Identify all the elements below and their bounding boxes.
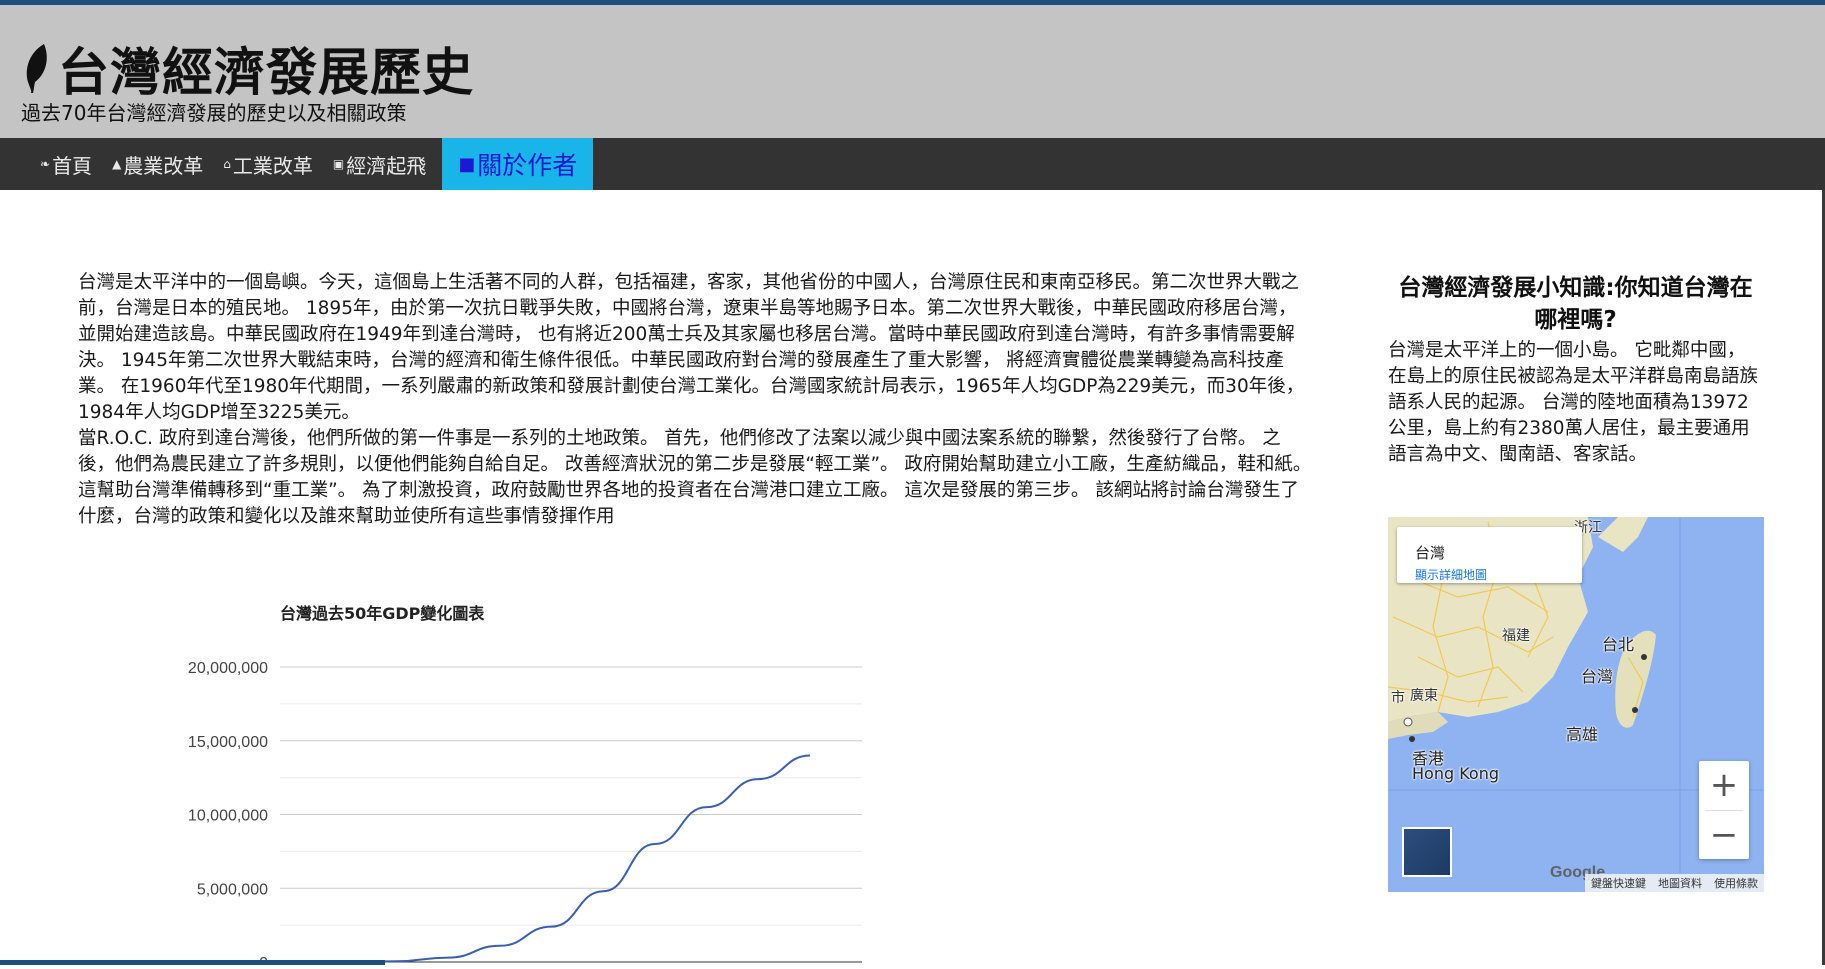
chart-title: 台灣過去50年GDP變化圖表	[280, 600, 484, 624]
view-larger-map-link[interactable]: 顯示詳細地圖	[1415, 566, 1487, 583]
keyboard-shortcuts-link[interactable]: 鍵盤快速鍵	[1585, 875, 1652, 891]
y-tick-label: 15,000,000	[188, 734, 268, 751]
nav-item-home[interactable]: ❧ 首頁	[30, 138, 102, 190]
home-icon: ⌂	[223, 157, 231, 171]
sidebar-heading: 台灣經濟發展小知識:你知道台灣在哪裡嗎?	[1388, 272, 1763, 336]
y-tick-label: 20,000,000	[188, 660, 268, 677]
paw-icon: ■	[458, 154, 475, 175]
zoom-out-button[interactable]: −	[1699, 811, 1749, 859]
y-tick-label: 10,000,000	[188, 808, 268, 825]
embedded-map[interactable]: 浙江 福建 台北 台灣 廣東 市 高雄 香港 Hong Kong 台灣 顯示詳細…	[1388, 517, 1764, 892]
site-title: 台灣經濟發展歷史	[22, 31, 474, 105]
map-footer: 鍵盤快速鍵 地圖資料 使用條款	[1585, 874, 1764, 892]
map-label-fujian: 福建	[1502, 625, 1530, 645]
satellite-toggle-button[interactable]	[1402, 827, 1452, 877]
intro-paragraph: 當R.O.C. 政府到達台灣後，他們所做的第一件事是一系列的土地政策。 首先，他…	[78, 426, 1313, 530]
map-label-kaohsiung: 高雄	[1566, 721, 1598, 745]
nav-item-label: 經濟起飛	[346, 150, 426, 179]
intro-paragraph: 台灣是太平洋中的一個島嶼。今天，這個島上生活著不同的人群，包括福建，客家，其他省…	[78, 270, 1313, 426]
map-place-title: 台灣	[1415, 542, 1445, 563]
sidebar-text: 台灣是太平洋上的一個小島。 它毗鄰中國，在島上的原住民被認為是太平洋群島南島語族…	[1388, 338, 1763, 468]
person-icon: ▲	[112, 157, 121, 171]
map-label-taipei: 台北	[1602, 631, 1634, 655]
map-data-link[interactable]: 地圖資料	[1652, 875, 1708, 891]
site-title-text: 台灣經濟發展歷史	[58, 31, 474, 105]
bottom-accent-bar	[0, 960, 385, 965]
zoom-in-button[interactable]: +	[1699, 761, 1749, 809]
terms-link[interactable]: 使用條款	[1708, 875, 1764, 891]
nav-item-agriculture-reform[interactable]: ▲ 農業改革	[102, 138, 213, 190]
leaf-icon: ❧	[40, 157, 50, 171]
nav-item-economic-takeoff[interactable]: ▣ 經濟起飛	[323, 138, 436, 190]
map-label-city: 市	[1391, 687, 1405, 707]
nav-item-label: 首頁	[52, 150, 92, 179]
gdp-chart: 台灣過去50年GDP變化圖表 05,000,00010,000,00015,00…	[150, 590, 1020, 965]
car-icon: ▣	[333, 157, 344, 171]
map-label-taiwan: 台灣	[1581, 663, 1613, 687]
map-label-guangdong: 廣東	[1410, 685, 1438, 705]
nav-item-label: 農業改革	[123, 150, 203, 179]
map-place-card: 台灣 顯示詳細地圖	[1397, 527, 1582, 583]
y-tick-label: 5,000,000	[197, 881, 268, 898]
nav-item-industry-reform[interactable]: ⌂ 工業改革	[213, 138, 323, 190]
intro-article: 台灣是太平洋中的一個島嶼。今天，這個島上生活著不同的人群，包括福建，客家，其他省…	[78, 270, 1313, 530]
site-subtitle: 過去70年台灣經濟發展的歷史以及相關政策	[21, 97, 406, 126]
leaf-icon	[22, 42, 52, 94]
map-zoom-control: + −	[1699, 761, 1749, 859]
gdp-series-line	[345, 756, 810, 963]
nav-item-label: 關於作者	[477, 146, 577, 182]
map-label-hongkong-en: Hong Kong	[1412, 764, 1499, 783]
site-header: 台灣經濟發展歷史 過去70年台灣經濟發展的歷史以及相關政策	[0, 5, 1825, 138]
main-nav: ❧ 首頁 ▲ 農業改革 ⌂ 工業改革 ▣ 經濟起飛 ■ 關於作者	[0, 138, 1825, 190]
sidebar: 台灣經濟發展小知識:你知道台灣在哪裡嗎? 台灣是太平洋上的一個小島。 它毗鄰中國…	[1388, 272, 1763, 468]
nav-item-label: 工業改革	[233, 150, 313, 179]
nav-item-about-author[interactable]: ■ 關於作者	[442, 138, 593, 190]
gdp-line-chart: 05,000,00010,000,00015,000,00020,000,000	[150, 590, 1020, 965]
